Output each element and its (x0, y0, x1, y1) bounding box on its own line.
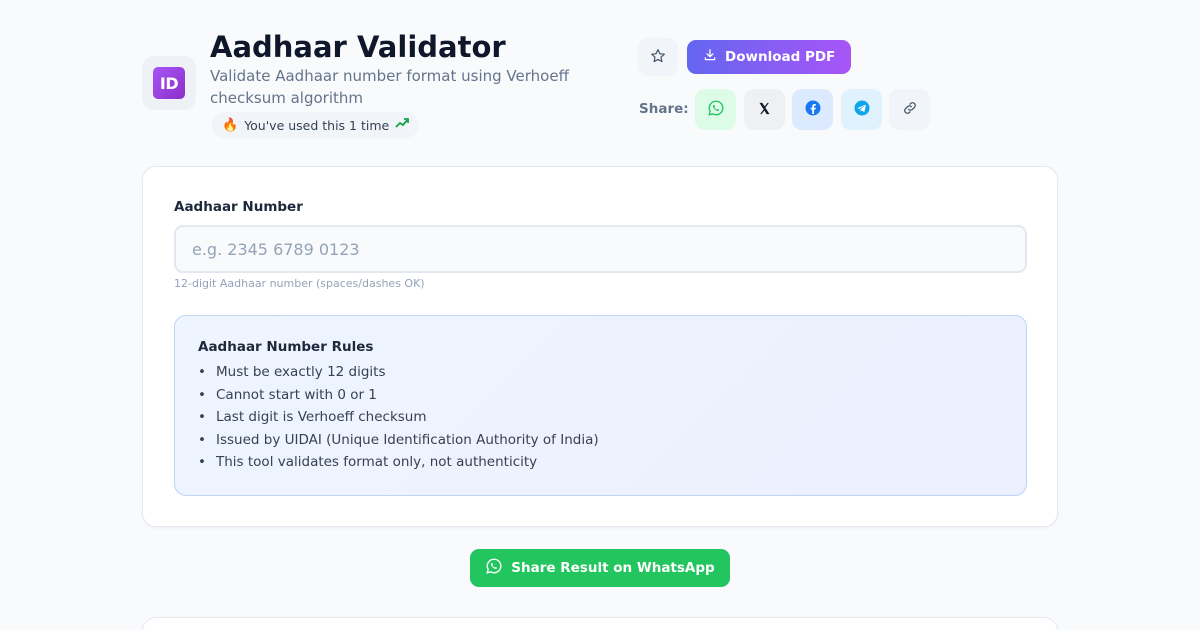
link-icon (902, 100, 918, 119)
next-section-card (142, 617, 1058, 630)
star-icon (650, 48, 666, 67)
usage-text: You've used this 1 time (244, 117, 390, 133)
page-header: ID Aadhaar Validator Validate Aadhaar nu… (142, 30, 1058, 140)
page-title: Aadhaar Validator (210, 30, 506, 64)
whatsapp-icon (707, 99, 725, 120)
share-x-button[interactable] (744, 89, 785, 130)
favorite-button[interactable] (638, 38, 678, 76)
rule-item: Cannot start with 0 or 1 (198, 384, 1003, 407)
app-logo: ID (142, 56, 196, 110)
x-icon (757, 101, 772, 119)
share-facebook-button[interactable] (792, 89, 833, 130)
input-hint: 12-digit Aadhaar number (spaces/dashes O… (174, 277, 425, 290)
id-card-icon: ID (153, 67, 185, 99)
whatsapp-icon (485, 557, 503, 579)
aadhaar-number-input[interactable] (174, 225, 1027, 273)
usage-badge: 🔥 You've used this 1 time (212, 112, 420, 138)
share-label: Share: (639, 101, 689, 117)
rule-item: This tool validates format only, not aut… (198, 451, 1003, 474)
download-icon (703, 48, 717, 66)
page-subtitle: Validate Aadhaar number format using Ver… (210, 67, 569, 107)
validator-card: Aadhaar Number 12-digit Aadhaar number (… (142, 166, 1058, 527)
rule-item: Last digit is Verhoeff checksum (198, 406, 1003, 429)
rule-item: Must be exactly 12 digits (198, 361, 1003, 384)
rules-title: Aadhaar Number Rules (198, 339, 374, 355)
download-pdf-button[interactable]: Download PDF (687, 40, 852, 74)
trending-up-icon (395, 117, 410, 133)
facebook-icon (804, 99, 822, 120)
download-pdf-label: Download PDF (725, 49, 836, 65)
share-result-label: Share Result on WhatsApp (511, 560, 715, 576)
share-result-whatsapp-button[interactable]: Share Result on WhatsApp (470, 549, 730, 587)
copy-link-button[interactable] (889, 89, 930, 130)
rules-list: Must be exactly 12 digits Cannot start w… (198, 361, 1003, 474)
rule-item: Issued by UIDAI (Unique Identification A… (198, 429, 1003, 452)
aadhaar-number-label: Aadhaar Number (174, 199, 303, 215)
share-whatsapp-button[interactable] (695, 89, 736, 130)
rules-panel: Aadhaar Number Rules Must be exactly 12 … (174, 315, 1027, 496)
share-telegram-button[interactable] (841, 89, 882, 130)
telegram-icon (853, 99, 871, 120)
fire-icon: 🔥 (222, 117, 239, 133)
